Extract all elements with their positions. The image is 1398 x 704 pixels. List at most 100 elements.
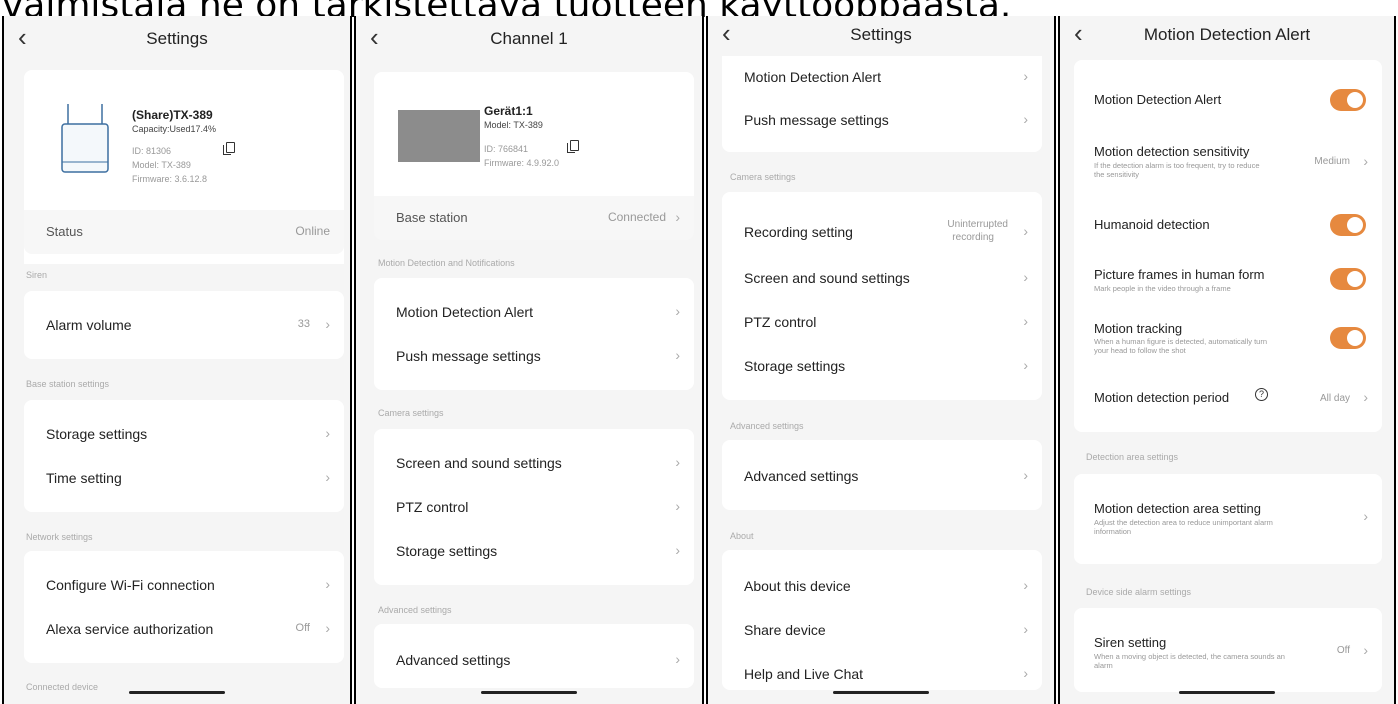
camera-card: Screen and sound settings › PTZ control … (374, 429, 694, 585)
alexa-label: Alexa service authorization (46, 621, 214, 637)
share-device-row[interactable]: Share device › (722, 608, 1042, 652)
storage-settings-row[interactable]: Storage settings › (24, 412, 344, 456)
home-indicator (481, 691, 577, 694)
device-model: Model: TX-389 (132, 160, 191, 170)
device-firmware: Firmware: 3.6.12.8 (132, 174, 208, 184)
ptz-control-label: PTZ control (396, 499, 469, 515)
chevron-right-icon: › (1363, 153, 1368, 169)
humanoid-label: Humanoid detection (1094, 217, 1210, 232)
chevron-right-icon: › (325, 469, 330, 485)
push-message-row[interactable]: Push message settings › (374, 334, 694, 378)
device-alarm-card: Siren setting When a moving object is de… (1074, 608, 1382, 692)
picture-frames-toggle[interactable] (1330, 268, 1366, 290)
advanced-settings-row[interactable]: Advanced settings › (374, 638, 694, 682)
section-motion: Motion Detection and Notifications (378, 258, 515, 268)
section-connected-device: Connected device (26, 682, 99, 692)
advanced-card: Advanced settings › (722, 440, 1042, 510)
recording-setting-value-1: Uninterrupted (947, 219, 1008, 230)
wifi-row[interactable]: Configure Wi-Fi connection › (24, 563, 344, 607)
ptz-control-row[interactable]: PTZ control › (374, 485, 694, 529)
sensitivity-row[interactable]: Motion detection sensitivity If the dete… (1074, 138, 1382, 190)
motion-tracking-toggle[interactable] (1330, 327, 1366, 349)
about-device-label: About this device (744, 578, 851, 594)
device-capacity: Capacity:Used17.4% (132, 124, 217, 134)
chevron-right-icon: › (1363, 642, 1368, 658)
advanced-settings-row[interactable]: Advanced settings › (722, 454, 1042, 498)
home-indicator (129, 691, 225, 694)
advanced-settings-label: Advanced settings (744, 468, 859, 484)
storage-settings-label: Storage settings (396, 543, 498, 559)
section-advanced: Advanced settings (378, 605, 452, 615)
help-chat-row[interactable]: Help and Live Chat › (722, 652, 1042, 696)
channel-screen: ‹ Channel 1 Gerät1:1 Model: TX-389 ID: 7… (354, 16, 704, 704)
motion-card: Motion Detection Alert › Push message se… (374, 278, 694, 390)
home-indicator (833, 691, 929, 694)
screen-sound-row[interactable]: Screen and sound settings › (722, 256, 1042, 300)
detection-area-description-2: information (1094, 527, 1132, 536)
camera-thumbnail (398, 110, 480, 162)
push-message-label: Push message settings (744, 112, 889, 128)
siren-setting-description-1: When a moving object is detected, the ca… (1094, 652, 1285, 661)
storage-settings-label: Storage settings (46, 426, 148, 442)
home-indicator (1179, 691, 1275, 694)
detection-period-row[interactable]: Motion detection period ? All day › (1074, 376, 1382, 420)
about-device-row[interactable]: About this device › (722, 564, 1042, 608)
settings-scrolled-screen: ‹ Settings Motion Detection Alert › Push… (706, 16, 1056, 704)
chevron-right-icon: › (1023, 621, 1028, 637)
header: ‹ Motion Detection Alert (1060, 16, 1394, 52)
chevron-right-icon: › (675, 209, 680, 225)
chevron-right-icon: › (675, 498, 680, 514)
motion-tracking-label: Motion tracking (1094, 321, 1183, 336)
detection-period-value: All day (1319, 393, 1350, 404)
time-setting-row[interactable]: Time setting › (24, 456, 344, 500)
humanoid-toggle[interactable] (1330, 214, 1366, 236)
device-id: ID: 81306 (132, 146, 172, 156)
humanoid-row: Humanoid detection (1074, 203, 1382, 247)
section-detection-area: Detection area settings (1086, 452, 1179, 462)
motion-alert-row[interactable]: Motion Detection Alert › (722, 56, 1042, 100)
chevron-right-icon: › (675, 542, 680, 558)
motion-alert-toggle[interactable] (1330, 89, 1366, 111)
base-station-row[interactable]: Base station Connected › (374, 196, 694, 240)
time-setting-label: Time setting (46, 470, 122, 486)
chevron-right-icon: › (325, 576, 330, 592)
chevron-right-icon: › (325, 620, 330, 636)
section-camera: Camera settings (378, 408, 444, 418)
status-value: Online (295, 224, 330, 238)
advanced-card: Advanced settings › (374, 624, 694, 688)
help-chat-label: Help and Live Chat (744, 666, 864, 682)
chevron-right-icon: › (1023, 665, 1028, 681)
siren-setting-value: Off (1336, 645, 1350, 656)
sensitivity-description-2: the sensitivity (1094, 170, 1140, 179)
screen-sound-row[interactable]: Screen and sound settings › (374, 441, 694, 485)
ptz-control-row[interactable]: PTZ control › (722, 300, 1042, 344)
alarm-volume-row[interactable]: Alarm volume 33 › (24, 303, 344, 347)
alexa-row[interactable]: Alexa service authorization Off › (24, 607, 344, 651)
picture-frames-description: Mark people in the video through a frame (1094, 284, 1231, 293)
alarm-volume-value: 33 (297, 318, 310, 330)
picture-frames-row: Picture frames in human form Mark people… (1074, 258, 1382, 302)
recording-setting-row[interactable]: Recording setting Uninterrupted recordin… (722, 210, 1042, 254)
detection-area-row[interactable]: Motion detection area setting Adjust the… (1074, 494, 1382, 544)
motion-alert-toggle-row: Motion Detection Alert (1074, 78, 1382, 122)
chevron-right-icon: › (325, 316, 330, 332)
status-row: Status Online (24, 210, 344, 254)
device-name: (Share)TX-389 (132, 108, 213, 122)
chevron-right-icon: › (1023, 223, 1028, 239)
motion-card: Motion Detection Alert › Push message se… (722, 56, 1042, 152)
copy-icon[interactable] (223, 142, 235, 155)
storage-settings-label: Storage settings (744, 358, 846, 374)
storage-settings-row[interactable]: Storage settings › (722, 344, 1042, 388)
chevron-right-icon: › (1023, 467, 1028, 483)
section-base-station: Base station settings (26, 379, 110, 389)
section-device-alarm: Device side alarm settings (1086, 587, 1192, 597)
push-message-row[interactable]: Push message settings › (722, 98, 1042, 142)
storage-settings-row[interactable]: Storage settings › (374, 529, 694, 573)
siren-setting-row[interactable]: Siren setting When a moving object is de… (1074, 628, 1382, 678)
section-network: Network settings (26, 532, 93, 542)
copy-icon[interactable] (567, 140, 579, 153)
motion-tracking-row: Motion tracking When a human figure is d… (1074, 315, 1382, 365)
motion-alert-row[interactable]: Motion Detection Alert › (374, 290, 694, 334)
camera-card: Recording setting Uninterrupted recordin… (722, 192, 1042, 400)
help-circle-icon[interactable]: ? (1255, 388, 1268, 401)
